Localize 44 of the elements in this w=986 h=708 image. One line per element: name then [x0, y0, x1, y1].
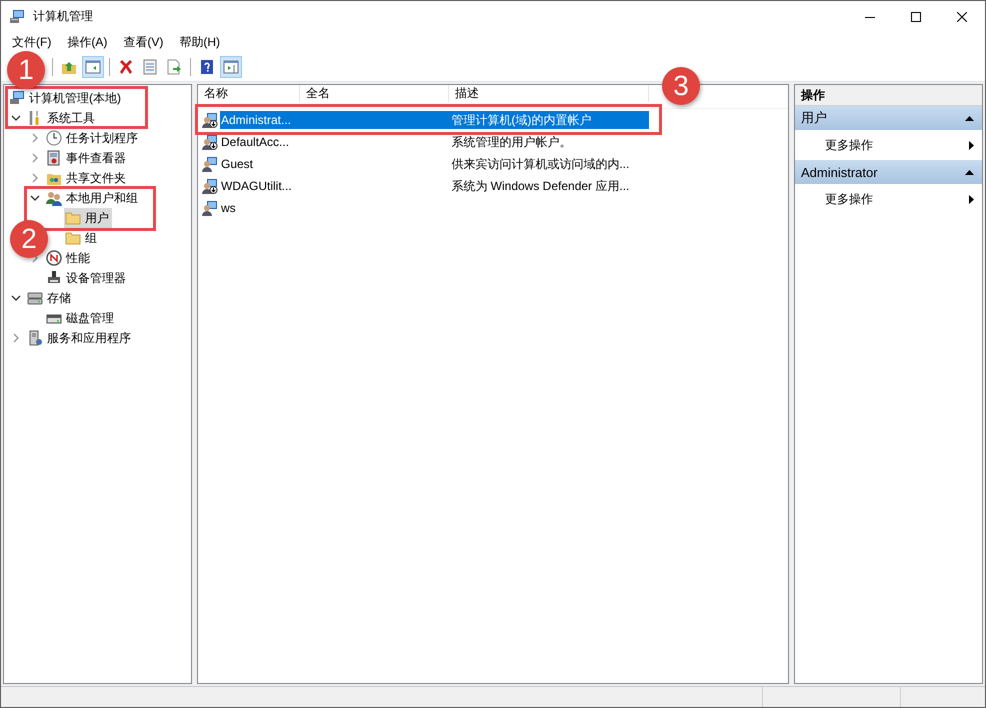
tree-item[interactable]: 事件查看器 — [45, 148, 129, 168]
menu-item[interactable]: 帮助(H) — [172, 32, 227, 52]
tree-item[interactable]: 存储 — [26, 288, 74, 308]
tree-item[interactable]: 计算机管理(本地) — [8, 88, 124, 108]
menu-item[interactable]: 查看(V) — [116, 32, 170, 52]
table-cell-text: ws — [220, 201, 237, 215]
column-header[interactable]: 描述 — [449, 85, 649, 102]
action-group-header[interactable]: Administrator — [795, 160, 982, 184]
tree-item[interactable]: 磁盘管理 — [45, 308, 117, 328]
table-cell-text: WDAGUtilit... — [220, 179, 293, 193]
table-row[interactable]: Administrat... 管理计算机(域)的内置帐户 — [220, 111, 649, 129]
column-header[interactable]: 名称 — [198, 85, 300, 102]
window-title: 计算机管理 — [33, 8, 94, 25]
tree-item[interactable]: 组 — [64, 228, 100, 248]
action-item[interactable]: 更多操作 — [795, 130, 982, 160]
table-row[interactable]: DefaultAcc... 系统管理的用户帐户。 — [220, 133, 649, 151]
table-cell: 管理计算机(域)的内置帐户 — [451, 112, 592, 126]
menu-item[interactable]: 文件(F) — [5, 32, 58, 52]
tree-item[interactable]: 共享文件夹 — [45, 168, 129, 188]
group-title: 用户 — [801, 109, 827, 127]
table-cell-text: DefaultAcc... — [220, 135, 290, 149]
menu-item[interactable]: 操作(A) — [60, 32, 114, 52]
table-row[interactable]: ws — [220, 199, 649, 217]
table-row[interactable]: Guest 供来宾访问计算机或访问域的内... — [220, 155, 649, 173]
table-row[interactable]: WDAGUtilit... 系统为 Windows Defender 应用... — [220, 177, 649, 195]
action-group-header[interactable]: 用户 — [795, 106, 982, 130]
tree-item[interactable]: 系统工具 — [26, 108, 98, 128]
table-cell: 系统为 Windows Defender 应用... — [451, 178, 630, 192]
tree-item[interactable]: 用户 — [64, 208, 112, 228]
table-cell: 系统管理的用户帐户。 — [451, 134, 572, 148]
tree-item[interactable]: 任务计划程序 — [45, 128, 141, 148]
column-header[interactable]: 全名 — [300, 85, 449, 102]
tree-item[interactable]: 本地用户和组 — [45, 188, 141, 208]
step-number-badge: 3 — [662, 67, 700, 105]
step-number-badge: 1 — [7, 51, 45, 89]
table-cell: 供来宾访问计算机或访问域的内... — [451, 156, 630, 170]
group-title: Administrator — [801, 164, 878, 180]
actions-title: 操作 — [795, 85, 982, 106]
action-item[interactable]: 更多操作 — [795, 184, 982, 214]
table-cell-text: Administrat... — [220, 113, 292, 127]
tree-item[interactable]: 设备管理器 — [45, 268, 129, 288]
tree-item[interactable]: 性能 — [45, 248, 93, 268]
table-cell-text: Guest — [220, 157, 254, 171]
tree-item[interactable]: 服务和应用程序 — [26, 328, 134, 348]
